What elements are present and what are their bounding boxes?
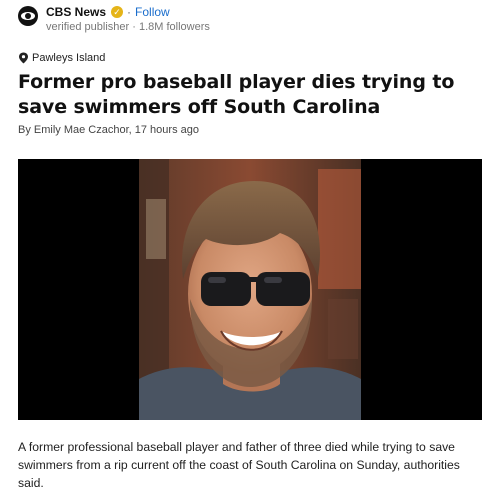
followers-count: 1.8M followers: [138, 21, 210, 33]
publisher-header: CBS News ✓ · Follow verified publisher ·…: [18, 5, 210, 34]
separator-dot: ·: [127, 5, 132, 19]
map-pin-icon: [19, 52, 28, 64]
article-headline[interactable]: Former pro baseball player dies trying t…: [18, 70, 488, 120]
publisher-meta: verified publisher · 1.8M followers: [46, 21, 210, 34]
verified-check-icon: ✓: [111, 6, 124, 18]
article-summary: A former professional baseball player an…: [18, 440, 460, 490]
cbs-eye-icon[interactable]: [18, 6, 38, 26]
follow-button[interactable]: Follow: [135, 5, 170, 19]
location-label: Pawleys Island: [32, 52, 106, 64]
verified-publisher-label: verified publisher: [46, 21, 130, 33]
publisher-info: CBS News ✓ · Follow verified publisher ·…: [46, 5, 210, 34]
article-hero-image[interactable]: [18, 159, 482, 420]
portrait-photo: [139, 159, 361, 420]
publisher-name[interactable]: CBS News: [46, 5, 106, 19]
publisher-name-row: CBS News ✓ · Follow: [46, 5, 210, 19]
article-byline: By Emily Mae Czachor, 17 hours ago: [18, 124, 199, 136]
location-tag[interactable]: Pawleys Island: [18, 52, 105, 64]
meta-separator: ·: [132, 21, 139, 33]
